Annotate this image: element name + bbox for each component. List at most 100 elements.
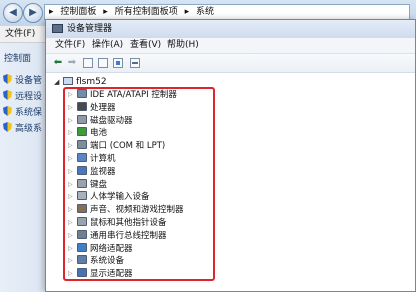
forward-icon[interactable]: ▶ bbox=[23, 3, 43, 23]
breadcrumb-all-items[interactable]: 所有控制面板项 bbox=[115, 7, 178, 17]
device-category-label: 磁盘驱动器 bbox=[90, 115, 133, 126]
sound-icon bbox=[77, 204, 87, 214]
expand-arrow-icon[interactable]: ▷ bbox=[68, 204, 76, 217]
device-category[interactable]: ▷ 网络适配器 bbox=[68, 242, 133, 256]
breadcrumb-sep-icon: ▸ bbox=[103, 7, 108, 17]
disk-drive-icon bbox=[77, 114, 87, 124]
device-category[interactable]: ▷ 电池 bbox=[68, 127, 107, 140]
scan-hardware-icon[interactable] bbox=[130, 58, 140, 68]
expand-arrow-icon[interactable]: ▷ bbox=[68, 89, 76, 102]
device-category[interactable]: ▷ 通用串行总线控制器 bbox=[68, 229, 167, 243]
menu-help[interactable]: 帮助(H) bbox=[167, 38, 199, 53]
back-arrow-icon[interactable]: ⬅ bbox=[52, 57, 64, 69]
left-link-label: 高级系 bbox=[15, 124, 43, 134]
device-category-label: 系统设备 bbox=[90, 256, 125, 267]
device-category[interactable]: ▷ 计算机 bbox=[68, 153, 116, 166]
back-icon[interactable]: ◀ bbox=[3, 3, 23, 23]
menu-action[interactable]: 操作(A) bbox=[92, 38, 123, 53]
display-adapter-icon bbox=[77, 268, 87, 278]
device-category[interactable]: ▷ 声音、视频和游戏控制器 bbox=[68, 204, 184, 217]
address-bar[interactable]: ▸ 控制面板 ▸ 所有控制面板项 ▸ 系统 bbox=[44, 4, 410, 20]
monitor-icon bbox=[77, 165, 87, 175]
left-link-advanced-settings[interactable]: 高级系 bbox=[3, 121, 42, 134]
device-manager-app-icon bbox=[52, 24, 63, 33]
expand-arrow-icon[interactable]: ▷ bbox=[68, 230, 76, 243]
keyboard-icon bbox=[77, 178, 87, 188]
expand-arrow-icon[interactable]: ▷ bbox=[68, 179, 76, 192]
expand-arrow-icon[interactable]: ▷ bbox=[68, 127, 76, 140]
left-link-remote-settings[interactable]: 远程设 bbox=[3, 89, 42, 102]
device-category[interactable]: ▷ 显示适配器 bbox=[68, 268, 133, 281]
device-category-label: 处理器 bbox=[90, 102, 116, 113]
expand-arrow-icon[interactable]: ▷ bbox=[68, 140, 76, 153]
usb-icon bbox=[77, 229, 87, 239]
properties-icon[interactable] bbox=[98, 58, 108, 68]
title-bar[interactable]: 设备管理器 bbox=[46, 20, 415, 38]
device-category[interactable]: ▷ 鼠标和其他指针设备 bbox=[68, 217, 167, 230]
expand-arrow-icon[interactable]: ▷ bbox=[68, 102, 76, 115]
device-manager-window: 设备管理器 文件(F) 操作(A) 查看(V) 帮助(H) ⬅ ➡ ◢ flsm5… bbox=[45, 19, 416, 292]
device-category[interactable]: ▷ 人体学输入设备 bbox=[68, 191, 150, 204]
device-category[interactable]: ▷ 监视器 bbox=[68, 165, 116, 179]
device-category-label: 监视器 bbox=[90, 166, 116, 177]
menu-view[interactable]: 查看(V) bbox=[130, 38, 161, 53]
network-adapter-icon bbox=[77, 242, 87, 252]
menu-file[interactable]: 文件(F) bbox=[55, 38, 85, 53]
expand-arrow-icon[interactable]: ▷ bbox=[68, 255, 76, 268]
breadcrumb-sep-icon: ▸ bbox=[184, 7, 190, 17]
control-panel-home-link[interactable]: 控制面 bbox=[4, 51, 31, 64]
device-category[interactable]: ▷ 处理器 bbox=[68, 101, 116, 115]
device-category[interactable]: ▷ 键盘 bbox=[68, 178, 108, 192]
forward-arrow-icon[interactable]: ➡ bbox=[66, 57, 78, 69]
root-computer-name: flsm52 bbox=[76, 77, 107, 87]
hid-icon bbox=[77, 191, 87, 201]
device-category-label: 键盘 bbox=[90, 179, 108, 190]
port-icon bbox=[77, 140, 87, 150]
expand-arrow-icon[interactable]: ▷ bbox=[68, 243, 76, 256]
ide-controller-icon bbox=[77, 89, 87, 98]
computer-icon bbox=[77, 153, 87, 162]
device-category[interactable]: ▷ IDE ATA/ATAPI 控制器 bbox=[68, 89, 177, 102]
left-link-label: 系统保 bbox=[15, 108, 43, 118]
expand-arrow-icon[interactable]: ▷ bbox=[68, 153, 76, 166]
shield-icon bbox=[3, 122, 12, 132]
help-icon[interactable] bbox=[113, 58, 123, 68]
device-category[interactable]: ▷ 系统设备 bbox=[68, 255, 124, 268]
breadcrumb-system[interactable]: 系统 bbox=[196, 7, 214, 17]
system-device-icon bbox=[77, 255, 87, 265]
device-category-label: 声音、视频和游戏控制器 bbox=[90, 205, 184, 216]
expand-arrow-icon[interactable]: ▷ bbox=[68, 268, 76, 281]
mouse-icon bbox=[77, 217, 87, 226]
left-link-label: 设备管 bbox=[15, 76, 43, 86]
expand-arrow-icon[interactable]: ▷ bbox=[68, 217, 76, 230]
device-category-label: 鼠标和其他指针设备 bbox=[90, 218, 167, 228]
device-category-label: 端口 (COM 和 LPT) bbox=[90, 141, 166, 152]
window-title: 设备管理器 bbox=[67, 24, 113, 34]
left-link-device-manager[interactable]: 设备管 bbox=[3, 73, 42, 86]
left-link-label: 远程设 bbox=[15, 92, 43, 102]
device-tree: ◢ flsm52 ▷ IDE ATA/ATAPI 控制器 ▷ 处理器 ▷ 磁盘驱动器 ▷ 电池 ▷… bbox=[46, 73, 415, 291]
shield-icon bbox=[3, 106, 12, 116]
left-task-pane: 控制面 设备管 远程设 系统保 高级系 bbox=[0, 43, 46, 292]
device-category-label: 人体学输入设备 bbox=[90, 192, 150, 203]
device-category[interactable]: ▷ 端口 (COM 和 LPT) bbox=[68, 140, 165, 153]
shield-icon bbox=[3, 74, 12, 84]
left-link-system-protection[interactable]: 系统保 bbox=[3, 105, 42, 118]
shield-icon bbox=[3, 90, 12, 100]
menubar: 文件(F) 操作(A) 查看(V) 帮助(H) bbox=[46, 38, 415, 54]
device-category[interactable]: ▷ 磁盘驱动器 bbox=[68, 114, 133, 128]
breadcrumb-sep-icon: ▸ bbox=[49, 7, 54, 17]
menu-file[interactable]: 文件(F) bbox=[5, 29, 35, 39]
collapse-arrow-icon[interactable]: ◢ bbox=[54, 76, 62, 88]
device-category-label: IDE ATA/ATAPI 控制器 bbox=[90, 90, 177, 100]
device-category-label: 显示适配器 bbox=[90, 269, 133, 280]
show-hide-console-tree-icon[interactable] bbox=[83, 58, 93, 68]
expand-arrow-icon[interactable]: ▷ bbox=[68, 191, 76, 204]
device-category-label: 电池 bbox=[90, 128, 108, 139]
expand-arrow-icon[interactable]: ▷ bbox=[68, 166, 76, 179]
device-category-label: 通用串行总线控制器 bbox=[90, 230, 167, 241]
breadcrumb-control-panel[interactable]: 控制面板 bbox=[60, 7, 96, 17]
toolbar: ⬅ ➡ bbox=[46, 54, 415, 73]
device-category-label: 计算机 bbox=[90, 154, 116, 164]
expand-arrow-icon[interactable]: ▷ bbox=[68, 115, 76, 128]
